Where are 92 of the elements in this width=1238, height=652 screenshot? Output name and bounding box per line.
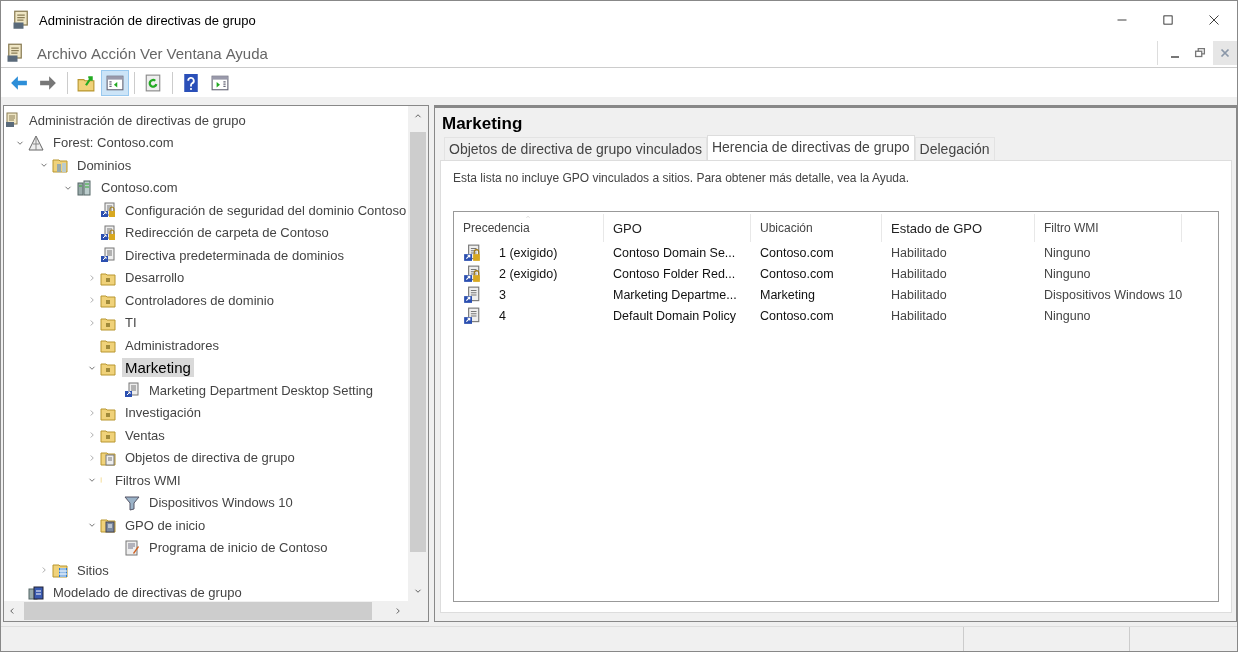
table-cell: Habilitado [891, 308, 947, 323]
column-header[interactable]: Precedencia [463, 221, 530, 235]
table-cell: Marketing Departme... [613, 287, 737, 302]
linked-policy-lock-icon [100, 224, 116, 241]
menu-item[interactable]: Ayuda [223, 44, 270, 62]
column-header[interactable]: Ubicación [760, 221, 813, 235]
table-cell: Dispositivos Windows 10 [1044, 287, 1183, 302]
modeling-icon [28, 584, 44, 601]
tree-item[interactable]: Investigación [122, 404, 204, 422]
column-header[interactable]: Filtro WMI [1044, 221, 1099, 235]
folder-up-icon [77, 73, 95, 92]
console-icon [11, 10, 31, 30]
info-text: Esta lista no incluye GPO vinculados a sitios. Para obtener más detalle, vea la Ayuda. [453, 171, 911, 185]
tree-item[interactable]: Dominios [74, 156, 135, 174]
linked-policy-icon [100, 247, 116, 264]
table-cell: Ninguno [1044, 245, 1091, 260]
tree-item[interactable]: Administradores [122, 336, 222, 354]
tree-item[interactable]: Directiva predeterminada de dominios [122, 246, 347, 264]
tree-item[interactable]: Desarrollo [122, 269, 188, 287]
document-pencil-icon [124, 539, 140, 556]
tab[interactable]: Delegación [914, 137, 995, 160]
linked-policy-lock-icon [100, 202, 116, 219]
table-cell: Contoso Folder Red... [613, 266, 736, 281]
table-cell: Habilitado [891, 266, 947, 281]
linked-policy-icon [124, 382, 140, 399]
tree-item[interactable]: Filtros WMI [112, 471, 184, 489]
pane-title: Marketing [441, 113, 524, 135]
close-icon [1218, 46, 1232, 60]
vertical-scrollbar[interactable] [408, 106, 428, 601]
maximize-icon [1162, 14, 1174, 26]
tree-item[interactable]: Administración de directivas de grupo [26, 111, 249, 129]
tree-item[interactable]: Objetos de directiva de grupo [122, 449, 298, 467]
tree-item[interactable]: Contoso.com [98, 179, 181, 197]
menu-item[interactable]: Acción [89, 44, 139, 62]
table-cell: 2 (exigido) [499, 266, 558, 281]
tree-item[interactable]: Redirección de carpeta de Contoso [122, 224, 332, 242]
close-icon [1208, 14, 1220, 26]
horizontal-scrollbar[interactable] [4, 601, 428, 621]
folder-icon [100, 427, 116, 444]
tree-item[interactable]: Programa de inicio de Contoso [146, 539, 331, 557]
tree-item[interactable]: Forest: Contoso.com [50, 134, 177, 152]
table-cell: Contoso.com [760, 266, 834, 281]
restore-icon [1193, 46, 1207, 60]
table-cell: Habilitado [891, 287, 947, 302]
table-cell: Default Domain Policy [613, 308, 736, 323]
table-cell: Ninguno [1044, 266, 1091, 281]
tree-item[interactable]: Configuración de seguridad del dominio Contoso [122, 201, 408, 219]
window-title: Administración de directivas de grupo [39, 12, 257, 28]
folder-icon [100, 337, 116, 354]
minimize-icon [1171, 56, 1179, 58]
tab[interactable]: Herencia de directivas de grupo [706, 135, 915, 160]
sites-folder-icon [52, 562, 68, 579]
menu-item[interactable]: Archivo [35, 44, 90, 62]
tree-item[interactable]: Marketing [122, 358, 194, 378]
tree-item[interactable]: Sitios [74, 561, 112, 579]
policy-folder-icon [100, 449, 116, 466]
close-button[interactable] [1213, 41, 1237, 65]
sort-caret-icon [524, 214, 532, 220]
funnel-icon [124, 494, 140, 511]
help-icon [182, 73, 200, 92]
tree-item[interactable]: Marketing Department Desktop Setting [146, 381, 376, 399]
tree-item[interactable]: Controladores de dominio [122, 291, 277, 309]
column-header[interactable]: Estado de GPO [891, 220, 983, 236]
document-folder-icon [100, 517, 116, 534]
refresh-icon [144, 73, 162, 92]
table-cell: Ninguno [1044, 308, 1091, 323]
table-cell: 4 [499, 308, 506, 323]
pane-icon [106, 73, 124, 92]
folder-icon [100, 292, 116, 309]
tree-item[interactable]: GPO de inicio [122, 516, 209, 534]
menu-item[interactable]: Ventana [164, 44, 224, 62]
action-pane-icon [211, 73, 229, 92]
menu-item[interactable]: Ver [138, 44, 165, 62]
server-folder-icon [52, 157, 68, 174]
table-cell: 3 [499, 287, 506, 302]
console-icon [5, 43, 25, 63]
tree-item[interactable]: Modelado de directivas de grupo [50, 584, 245, 601]
table-cell: Marketing [760, 287, 815, 302]
triangle-icon [28, 134, 44, 151]
tree-item[interactable]: Ventas [122, 426, 168, 444]
table-cell: 1 (exigido) [499, 245, 558, 260]
column-header[interactable]: GPO [613, 220, 642, 236]
pane-button[interactable] [101, 69, 129, 96]
table-cell: Contoso Domain Se... [613, 245, 736, 260]
tab[interactable]: Objetos de directiva de grupo vinculados [444, 137, 707, 160]
table-cell: Contoso.com [760, 308, 834, 323]
tree-item[interactable]: TI [122, 314, 140, 332]
table-cell: Contoso.com [760, 245, 834, 260]
tree-item[interactable]: Dispositivos Windows 10 [146, 494, 296, 512]
console-icon [4, 112, 20, 129]
server-icon [76, 179, 92, 196]
table-cell: Habilitado [891, 245, 947, 260]
